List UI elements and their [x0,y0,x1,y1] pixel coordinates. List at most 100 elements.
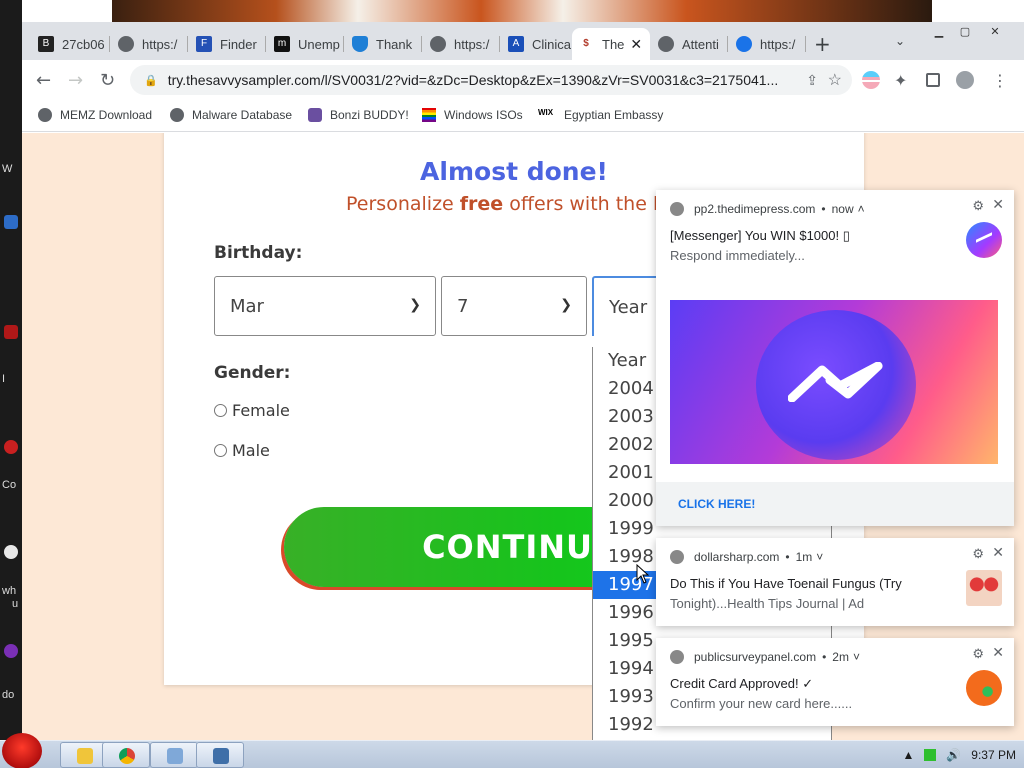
gear-icon[interactable]: ⚙ [972,646,984,662]
url-text[interactable]: try.thesavvysampler.com/l/SV0031/2?vid=&… [168,72,779,88]
taskbar-app-button[interactable] [150,742,198,768]
maximize-button[interactable]: ▢ [954,24,976,40]
desktop-icon-label[interactable]: do [2,689,14,701]
network-icon[interactable] [924,749,937,761]
wix-icon: WIX [538,108,554,117]
volume-icon[interactable]: 🔊 [946,748,961,762]
desktop-app-icon[interactable] [4,440,18,454]
gear-icon[interactable]: ⚙ [972,198,984,214]
bookmark-windows-isos[interactable]: Windows ISOs [422,108,523,122]
notification-title: [Messenger] You WIN $1000! ▯ [670,228,850,243]
taskbar-window-button[interactable] [196,742,244,768]
window-close-button[interactable]: ✕ [984,24,1006,40]
dollar-s-icon: $ [578,36,594,52]
windows-taskbar: ▲ 🔊 9:37 PM [0,733,1024,768]
new-tab-button[interactable]: + [814,32,831,56]
bookmark-label: Egyptian Embassy [564,108,664,122]
kebab-menu-icon[interactable]: ⋮ [992,71,1010,90]
taskbar-chrome-button[interactable] [102,742,150,768]
messenger-banner-image [670,300,998,464]
continue-label: CONTINUI [422,528,606,566]
desktop-app-icon[interactable] [4,215,18,229]
month-select[interactable]: Mar ❯ [214,276,436,336]
close-icon[interactable]: ✕ [992,196,1004,213]
app-icon [167,748,183,764]
folder-icon [77,748,93,764]
gender-female-label[interactable]: Female [232,401,290,420]
tab-6[interactable]: https:/ [424,28,500,60]
globe-icon [670,550,684,564]
tab-9[interactable]: Attenti [652,28,728,60]
notification-dollarsharp[interactable]: dollarsharp.com • 1m ˅ ⚙ ✕ Do This if Yo… [656,538,1014,626]
desktop-app-icon[interactable] [4,325,18,339]
radio-button[interactable] [214,404,227,417]
gear-icon[interactable]: ⚙ [972,546,984,562]
notification-time: 1m [795,550,813,564]
click-here-button[interactable]: CLICK HERE! [656,482,1014,526]
chevron-down-icon[interactable]: ˅ [853,650,860,664]
form-heading: Almost done! [420,157,608,186]
chevron-down-icon[interactable]: ˅ [816,550,823,564]
gender-female-option[interactable]: Female [214,401,290,420]
reload-icon[interactable]: ↻ [100,70,115,91]
gender-male-option[interactable]: Male [214,441,270,460]
tab-search-chevron-icon[interactable]: ⌄ [895,34,905,48]
side-panel-icon[interactable] [926,73,940,87]
desktop-app-icon[interactable] [4,545,18,559]
tab-10[interactable]: https:/ [730,28,806,60]
notification-header: publicsurveypanel.com • 2m ˅ [670,650,860,664]
desktop-icon-label[interactable]: W [2,163,12,175]
desktop-app-icon[interactable] [4,644,18,658]
start-button-angry-bird-icon[interactable] [2,733,42,768]
tab-8-active[interactable]: $ The ✕ [572,28,650,60]
notification-messenger[interactable]: pp2.thedimepress.com • now ˄ ⚙ ✕ [Messen… [656,190,1014,526]
tab-label: Finder [220,36,257,52]
wallpaper-image [112,0,932,22]
forward-arrow-icon[interactable]: → [68,70,83,91]
bookmark-bonzi-buddy[interactable]: Bonzi BUDDY! [308,108,409,122]
tab-label: https:/ [142,36,178,52]
tab-strip: B 27cb06 https:/ F Finder m Unemp Thank … [22,22,1024,60]
bookmark-memz[interactable]: MEMZ Download [38,108,152,122]
tab-5[interactable]: Thank [346,28,422,60]
desktop-icon-label[interactable]: Co [2,479,16,491]
share-icon[interactable]: ⇪ [806,72,818,89]
back-arrow-icon[interactable]: ← [36,70,51,91]
address-bar[interactable]: 🔒 try.thesavvysampler.com/l/SV0031/2?vid… [130,65,852,95]
gender-male-label[interactable]: Male [232,441,270,460]
day-select[interactable]: 7 ❯ [441,276,587,336]
tab-7[interactable]: A Clinica [502,28,576,60]
tab-4[interactable]: m Unemp [268,28,344,60]
desktop-icon-label[interactable]: I [2,373,5,385]
bookmark-label: MEMZ Download [60,108,153,122]
radio-button[interactable] [214,444,227,457]
desktop-icon-label[interactable]: u [12,598,18,610]
extension-icon[interactable] [862,71,880,89]
tray-up-arrow-icon[interactable]: ▲ [902,748,914,762]
bookmark-egyptian-embassy[interactable]: WIX Egyptian Embassy [538,108,663,122]
a-logo-icon: A [508,36,524,52]
close-icon[interactable]: ✕ [992,544,1004,561]
tab-label: Unemp [298,36,340,52]
shield-icon [352,36,368,52]
lock-icon[interactable]: 🔒 [144,74,158,87]
notification-header: dollarsharp.com • 1m ˅ [670,550,823,564]
notification-title: Do This if You Have Toenail Fungus (Try [670,576,902,591]
close-icon[interactable]: ✕ [992,644,1004,661]
chevron-up-icon[interactable]: ˄ [858,202,865,216]
minimize-button[interactable]: ▁ [928,24,950,40]
profile-avatar-icon[interactable] [956,71,974,89]
bookmark-star-icon[interactable]: ☆ [828,70,842,90]
bookmark-label: Bonzi BUDDY! [330,108,409,122]
tab-3[interactable]: F Finder [190,28,266,60]
close-tab-icon[interactable]: ✕ [630,36,642,53]
puzzle-extensions-icon[interactable]: ✦ [894,71,912,90]
clock[interactable]: 9:37 PM [971,748,1016,762]
bookmark-malware-database[interactable]: Malware Database [170,108,292,122]
chevron-down-icon: ❯ [409,297,421,313]
tab-2[interactable]: https:/ [112,28,188,60]
tab-1[interactable]: B 27cb06 [32,28,110,60]
notification-publicsurveypanel[interactable]: publicsurveypanel.com • 2m ˅ ⚙ ✕ Credit … [656,638,1014,726]
taskbar-explorer-button[interactable] [60,742,108,768]
desktop-icon-label[interactable]: wh [2,585,16,597]
